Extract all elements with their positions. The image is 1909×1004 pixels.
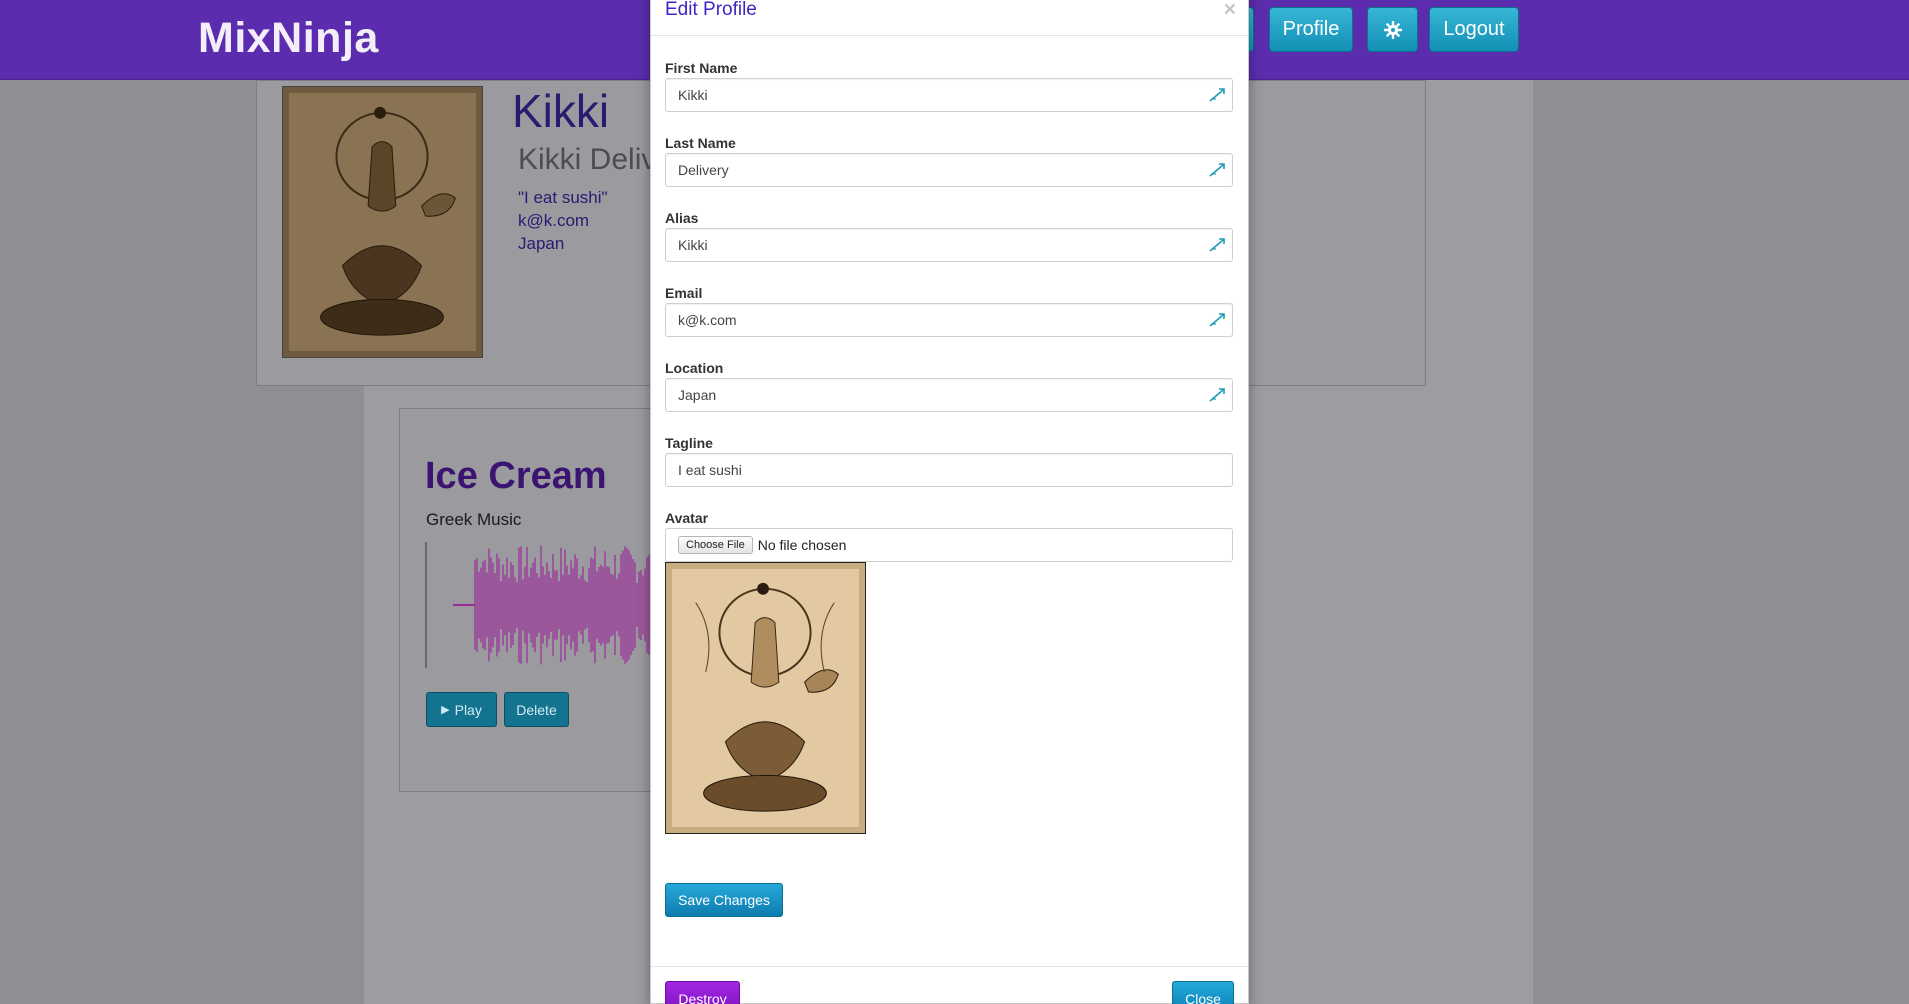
alias-value: Kikki: [678, 237, 708, 253]
track-title: Ice Cream: [425, 455, 607, 497]
gear-icon: [1383, 20, 1402, 39]
play-label: Play: [454, 701, 482, 718]
email-input[interactable]: k@k.com: [665, 303, 1233, 337]
track-waveform[interactable]: [425, 540, 650, 670]
avatar-file-input[interactable]: Choose File No file chosen: [665, 528, 1233, 562]
play-button[interactable]: ▶ Play: [426, 692, 497, 727]
last-name-input[interactable]: Delivery: [665, 153, 1233, 187]
pen-icon[interactable]: [1208, 312, 1226, 328]
alias-label: Alias: [665, 210, 699, 226]
file-status: No file chosen: [757, 537, 847, 553]
first-name-input[interactable]: Kikki: [665, 78, 1233, 112]
logout-button[interactable]: Logout: [1429, 7, 1519, 52]
delete-track-button[interactable]: Delete: [504, 692, 569, 727]
profile-location: Japan: [518, 234, 565, 253]
email-label: Email: [665, 285, 703, 301]
track-genre: Greek Music: [426, 510, 522, 529]
first-name-value: Kikki: [678, 87, 708, 103]
last-name-value: Delivery: [678, 162, 729, 178]
profile-avatar-image: [282, 86, 483, 358]
email-value: k@k.com: [678, 312, 737, 328]
profile-tagline: "I eat sushi": [518, 188, 608, 207]
tagline-label: Tagline: [665, 435, 713, 451]
edit-profile-modal: Edit Profile × First Name Kikki Last Nam…: [650, 0, 1249, 1004]
choose-file-button[interactable]: Choose File: [678, 536, 753, 554]
location-label: Location: [665, 360, 724, 376]
tagline-value: I eat sushi: [678, 462, 742, 478]
alias-input[interactable]: Kikki: [665, 228, 1233, 262]
brand-logo[interactable]: MixNinja: [198, 14, 379, 63]
location-input[interactable]: Japan: [665, 378, 1233, 412]
first-name-label: First Name: [665, 60, 738, 76]
modal-footer-divider: [651, 966, 1248, 967]
settings-button[interactable]: [1367, 7, 1418, 52]
profile-email: k@k.com: [518, 211, 590, 230]
avatar-label: Avatar: [665, 510, 709, 526]
destroy-button[interactable]: Destroy: [665, 981, 740, 1004]
tagline-input[interactable]: I eat sushi: [665, 453, 1233, 487]
modal-title: Edit Profile: [665, 0, 757, 20]
pen-icon[interactable]: [1208, 237, 1226, 253]
pen-icon[interactable]: [1208, 387, 1226, 403]
pen-icon[interactable]: [1208, 162, 1226, 178]
modal-header: Edit Profile ×: [651, 0, 1248, 36]
pen-icon[interactable]: [1208, 87, 1226, 103]
avatar-preview-image: [665, 562, 866, 834]
save-changes-button[interactable]: Save Changes: [665, 883, 783, 917]
close-button[interactable]: Close: [1172, 981, 1234, 1004]
profile-name: Kikki: [512, 85, 610, 137]
play-icon: ▶: [441, 704, 450, 716]
location-value: Japan: [678, 387, 717, 403]
close-icon[interactable]: ×: [1224, 0, 1236, 22]
profile-button[interactable]: Profile: [1269, 7, 1353, 52]
last-name-label: Last Name: [665, 135, 736, 151]
